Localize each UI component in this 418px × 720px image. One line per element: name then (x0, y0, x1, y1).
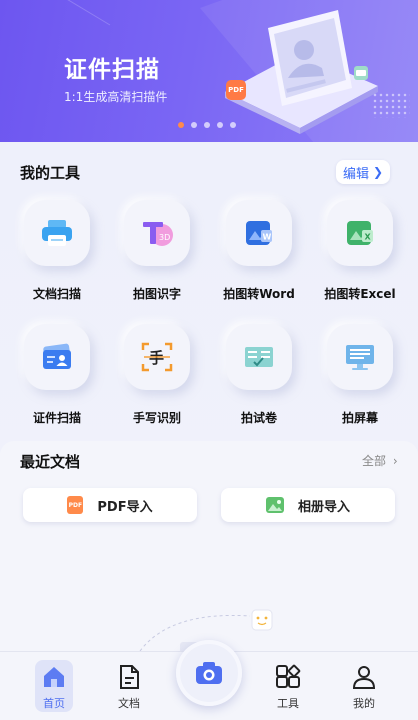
svg-text:3D: 3D (159, 233, 170, 242)
tool-label: 拍图转Word (223, 287, 295, 301)
nav-documents[interactable]: 文档 (99, 651, 159, 720)
exam-paper-icon (245, 347, 273, 367)
id-card-icon (43, 343, 71, 369)
chevron-right-icon: › (392, 454, 398, 468)
camera-icon (196, 662, 222, 684)
nav-tools[interactable]: 工具 (258, 651, 318, 720)
pager-dot[interactable] (191, 122, 197, 128)
tool-tile: W (226, 200, 292, 266)
nav-profile[interactable]: 我的 (334, 651, 394, 720)
tools-grid-icon (274, 663, 302, 691)
nav-label: 文档 (118, 697, 140, 710)
tool-tile (226, 324, 292, 390)
edit-label: 编辑 (342, 166, 369, 182)
pdf-badge: PDF (226, 80, 246, 100)
banner-illustration (67, 0, 418, 142)
tool-tile: X (327, 200, 393, 266)
recent-section-title: 最近文档 (20, 453, 81, 471)
tool-label: 手写识别 (132, 411, 181, 425)
nav-label: 工具 (277, 697, 299, 710)
banner-subtitle: 1:1生成高清扫描件 (64, 90, 168, 104)
tool-handwriting[interactable]: 手 手写识别 (107, 324, 207, 434)
view-all-link[interactable]: 全部 › (362, 452, 398, 469)
screen-icon (346, 345, 374, 370)
excel-icon: X (347, 221, 373, 245)
tool-tile (24, 200, 90, 266)
album-import-button[interactable]: 相册导入 (221, 488, 395, 522)
tool-text-recognition[interactable]: 3D 拍图识字 (107, 200, 207, 310)
tool-label: 证件扫描 (32, 411, 81, 425)
tool-tile: 手 (124, 324, 190, 390)
home-icon (40, 663, 68, 691)
tool-exam-paper[interactable]: 拍试卷 (209, 324, 309, 434)
tool-screen-capture[interactable]: 拍屏幕 (310, 324, 410, 434)
decorative-dots (372, 92, 410, 118)
tool-id-scan[interactable]: 证件扫描 (7, 324, 107, 434)
tool-document-scan[interactable]: 文档扫描 (7, 200, 107, 310)
tools-section-title: 我的工具 (20, 164, 81, 182)
pdf-import-button[interactable]: PDF PDF导入 (23, 488, 197, 522)
pdf-file-icon: PDF (67, 496, 84, 514)
edit-tools-button[interactable]: 编辑 ❯ (336, 160, 390, 184)
banner-title: 证件扫描 (64, 57, 160, 83)
tool-label: 拍屏幕 (341, 411, 378, 425)
tool-label: 拍图转Excel (324, 287, 396, 301)
tool-photo-to-word[interactable]: W 拍图转Word (209, 200, 309, 310)
nav-label: 我的 (353, 697, 375, 710)
svg-text:X: X (365, 233, 372, 242)
banner-pager (178, 122, 236, 128)
tool-label: 拍试卷 (240, 411, 277, 425)
document-icon (115, 663, 143, 691)
pager-dot[interactable] (230, 122, 236, 128)
tool-label: 拍图识字 (132, 287, 181, 301)
tool-label: 文档扫描 (32, 287, 81, 301)
tool-photo-to-excel[interactable]: X 拍图转Excel (310, 200, 410, 310)
promo-banner[interactable]: PDF 证件扫描 1:1生成高清扫描件 (0, 0, 418, 142)
chevron-right-icon: ❯ (372, 165, 384, 179)
pager-dot[interactable] (217, 122, 223, 128)
pager-dot-active[interactable] (178, 122, 184, 128)
view-all-label: 全部 (362, 454, 387, 468)
text-recognition-icon: 3D (143, 222, 173, 246)
tool-tile: 3D (124, 200, 190, 266)
nav-home[interactable]: 首页 (24, 651, 84, 720)
tool-tile (327, 324, 393, 390)
nav-label: 首页 (43, 697, 65, 710)
tool-tile (24, 324, 90, 390)
profile-icon (350, 663, 378, 691)
photo-album-icon (265, 497, 284, 513)
svg-text:W: W (263, 233, 272, 242)
handwriting-icon: 手 (141, 342, 173, 372)
pager-dot[interactable] (204, 122, 210, 128)
camera-button[interactable] (176, 640, 242, 706)
word-icon: W (246, 221, 272, 245)
album-import-label: 相册导入 (297, 499, 350, 515)
printer-icon (42, 220, 72, 246)
pdf-import-label: PDF导入 (97, 499, 153, 515)
